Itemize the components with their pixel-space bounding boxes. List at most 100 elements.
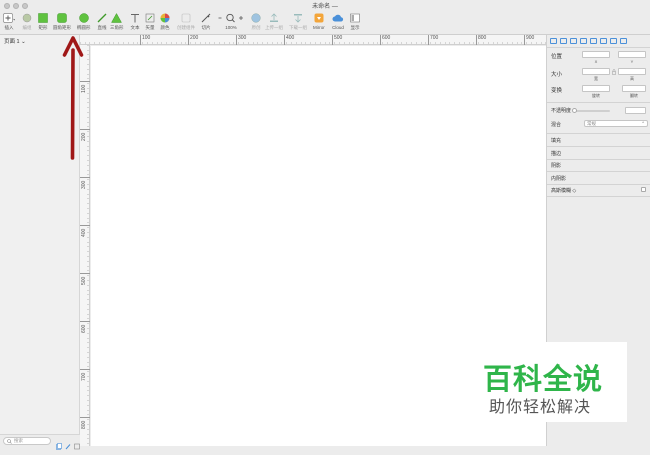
toolbar-label: 显示 <box>350 25 360 30</box>
flip-buttons[interactable] <box>622 85 646 92</box>
create-symbol-button[interactable]: 创建组件 <box>177 10 195 35</box>
fill-section[interactable]: 填充 <box>551 137 561 144</box>
minimize-window-button[interactable] <box>13 3 19 9</box>
upload-button[interactable]: 上传一组 <box>265 10 283 35</box>
insert-button[interactable]: 插入 <box>3 10 15 35</box>
zoom-window-button[interactable] <box>22 3 28 9</box>
upload-icon <box>269 10 279 25</box>
horizontal-ruler: 100 200 300 400 500 600 700 800 900 <box>80 35 546 45</box>
ruler-label: 600 <box>382 35 391 41</box>
height-field[interactable] <box>618 68 646 75</box>
inner-shadow-section[interactable]: 内阴影 <box>551 175 566 182</box>
height-caption: 高 <box>630 76 634 81</box>
ruler-label: 300 <box>81 180 87 189</box>
transform-label: 变换 <box>551 88 563 94</box>
watermark: 百科全说 助你轻松解决 <box>472 342 627 422</box>
align-left-icon[interactable] <box>550 38 557 44</box>
toolbar-label: 上传一组 <box>265 25 283 30</box>
ruler-label: 200 <box>190 35 199 41</box>
toolbar-label: 三角形 <box>110 25 124 30</box>
ruler-label: 100 <box>142 35 151 41</box>
copy-icon[interactable] <box>56 437 62 450</box>
download-icon <box>293 10 303 25</box>
x-caption: X <box>594 59 598 64</box>
close-window-button[interactable] <box>4 3 10 9</box>
flip-caption: 翻转 <box>630 93 638 98</box>
toolbar-label: 椭圆形 <box>77 25 91 30</box>
toolbar-label: 矩形 <box>38 25 48 30</box>
width-field[interactable] <box>582 68 610 75</box>
triangle-icon <box>111 10 123 25</box>
globe-icon <box>251 10 261 25</box>
vector-button[interactable]: 矢量 <box>145 10 155 35</box>
download-button[interactable]: 下载一组 <box>289 10 307 35</box>
blend-mode-select[interactable]: 常规 ⌃ <box>584 120 648 127</box>
color-button[interactable]: 颜色 <box>160 10 170 35</box>
opacity-slider[interactable] <box>572 108 610 113</box>
pages-dropdown[interactable]: 页面 1 ⌄ <box>4 37 26 45</box>
ruler-mark <box>428 35 429 45</box>
ruler-mark <box>236 35 237 45</box>
divider <box>547 146 650 147</box>
ruler-label: 500 <box>81 276 87 285</box>
slice-button[interactable]: 切片 <box>201 10 211 35</box>
line-button[interactable]: 直线 <box>97 10 107 35</box>
distribute-horizontal-icon[interactable] <box>610 38 617 44</box>
align-middle-icon[interactable] <box>590 38 597 44</box>
align-bottom-icon[interactable] <box>600 38 607 44</box>
sketch-window: 未命名 — 插入 编组 矩形 圆角矩形 椭圆形 直线 三角形 文本 矢量 颜色 … <box>0 0 650 450</box>
oval-icon <box>79 10 89 25</box>
lock-icon[interactable] <box>612 69 616 75</box>
y-field[interactable] <box>618 51 646 58</box>
zoom-icon <box>218 10 244 25</box>
ruler-mark <box>80 369 90 370</box>
size-label: 大小 <box>551 72 563 78</box>
rotate-field[interactable] <box>582 85 610 92</box>
distribute-vertical-icon[interactable] <box>620 38 627 44</box>
mirror-button[interactable]: Mirror <box>313 10 325 35</box>
blur-checkbox[interactable] <box>641 187 646 192</box>
ruler-label: 900 <box>526 35 535 41</box>
ruler-label: 300 <box>238 35 247 41</box>
align-right-icon[interactable] <box>570 38 577 44</box>
mirror-icon <box>314 10 324 25</box>
opacity-label: 不透明度 <box>551 108 572 114</box>
text-button[interactable]: 文本 <box>130 10 140 35</box>
pencil-icon[interactable] <box>65 437 71 450</box>
triangle-button[interactable]: 三角形 <box>110 10 124 35</box>
opacity-field[interactable] <box>625 107 646 114</box>
ruler-label: 800 <box>81 420 87 429</box>
gaussian-blur-section[interactable]: 高斯模糊 ◇ <box>551 187 576 194</box>
window-controls <box>4 3 28 9</box>
rounded-rectangle-button[interactable]: 圆角矩形 <box>53 10 71 35</box>
cloud-icon <box>332 10 344 25</box>
shadow-section[interactable]: 阴影 <box>551 162 561 169</box>
y-caption: Y <box>630 59 634 64</box>
view-button[interactable]: 显示 <box>350 10 360 35</box>
x-field[interactable] <box>582 51 610 58</box>
ruler-mark <box>80 273 90 274</box>
opacity-slider-knob[interactable] <box>572 108 577 113</box>
ruler-label: 400 <box>81 228 87 237</box>
original-button[interactable]: 原创 <box>251 10 261 35</box>
align-center-icon[interactable] <box>560 38 567 44</box>
color-wheel-icon <box>160 10 170 25</box>
zoom-control[interactable]: 100% <box>218 10 244 35</box>
border-section[interactable]: 描边 <box>551 150 561 157</box>
rectangle-button[interactable]: 矩形 <box>38 10 48 35</box>
oval-button[interactable]: 椭圆形 <box>77 10 91 35</box>
ruler-mark <box>284 35 285 45</box>
toolbar-label: 切片 <box>201 25 211 30</box>
filter-placeholder: 搜索 <box>14 438 23 443</box>
ruler-label: 400 <box>286 35 295 41</box>
position-label: 位置 <box>551 54 563 60</box>
layout-icon <box>350 10 360 25</box>
cloud-button[interactable]: Cloud <box>332 10 344 35</box>
divider <box>547 196 650 197</box>
chevron-updown-icon: ⌃ <box>641 121 645 126</box>
rounded-rectangle-icon <box>57 10 67 25</box>
group-button[interactable]: 编组 <box>22 10 32 35</box>
layer-filter-input[interactable]: 搜索 <box>3 437 51 445</box>
toolbar-label: 下载一组 <box>289 25 307 30</box>
align-top-icon[interactable] <box>580 38 587 44</box>
